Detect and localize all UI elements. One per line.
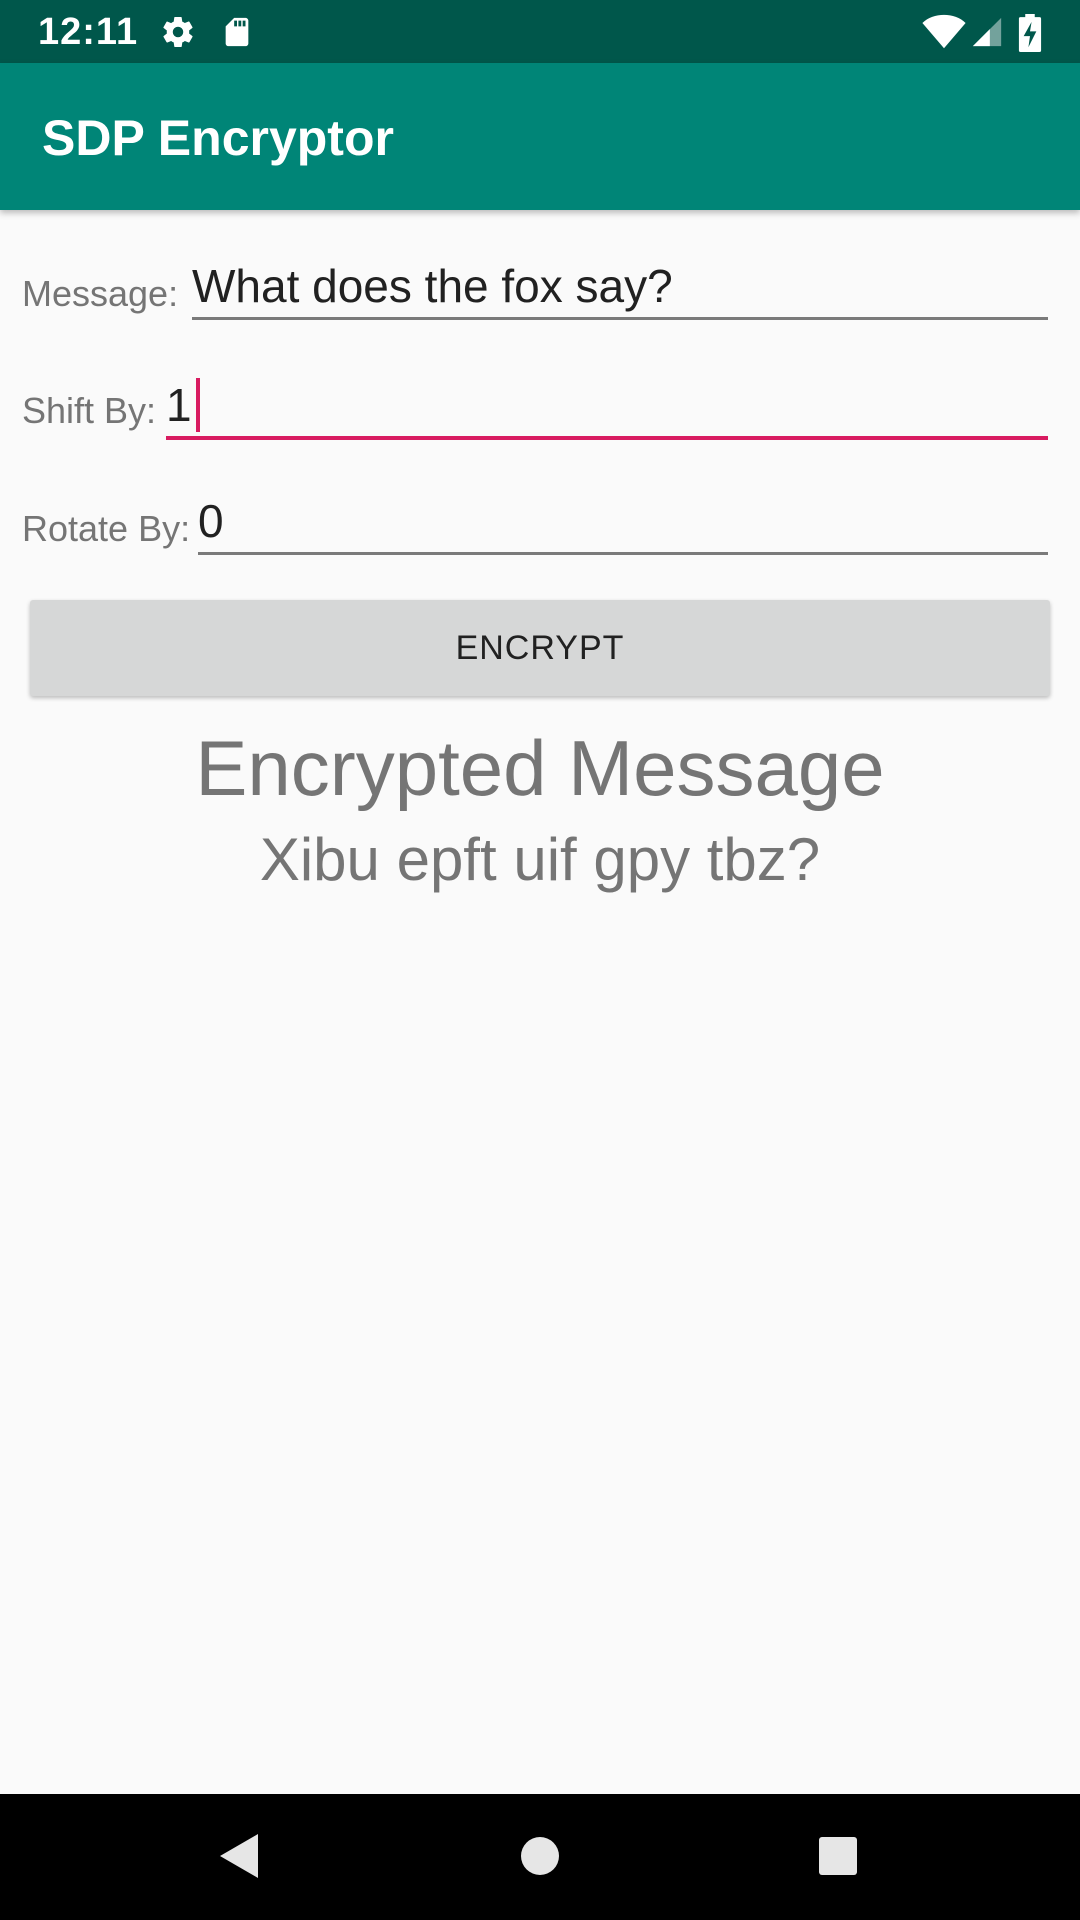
- rotate-label: Rotate By:: [22, 508, 191, 549]
- rotate-row: Rotate By: 0: [0, 490, 1080, 600]
- gear-icon: [160, 14, 196, 50]
- message-row: Message: What does the fox say?: [0, 255, 1080, 365]
- navigation-bar: [0, 1794, 1080, 1920]
- wifi-icon: [922, 14, 966, 50]
- rotate-input[interactable]: 0: [198, 490, 1048, 555]
- app-bar: SDP Encryptor: [0, 63, 1080, 210]
- sd-card-icon: [220, 14, 256, 50]
- status-bar: 12:11: [0, 0, 1080, 63]
- signal-icon: [970, 14, 1006, 50]
- shift-label: Shift By:: [22, 390, 157, 431]
- rotate-value: 0: [198, 495, 224, 547]
- battery-charging-icon: [1018, 14, 1044, 53]
- message-input[interactable]: What does the fox say?: [192, 255, 1048, 320]
- app-title: SDP Encryptor: [42, 110, 394, 166]
- encrypted-message-text: Xibu epft uif gpy tbz?: [259, 826, 821, 893]
- result-heading: Encrypted Message: [195, 724, 885, 812]
- home-icon[interactable]: [520, 1836, 560, 1881]
- shift-value: 1: [166, 379, 192, 431]
- recents-icon[interactable]: [818, 1836, 858, 1881]
- encrypt-button[interactable]: ENCRYPT: [30, 600, 1050, 696]
- status-time: 12:11: [38, 11, 139, 53]
- message-value: What does the fox say?: [192, 260, 673, 312]
- shift-row: Shift By: 1: [0, 372, 1080, 482]
- message-label: Message:: [22, 273, 179, 314]
- text-cursor: [195, 377, 200, 432]
- back-icon[interactable]: [218, 1832, 260, 1885]
- shift-input[interactable]: 1: [166, 374, 1048, 440]
